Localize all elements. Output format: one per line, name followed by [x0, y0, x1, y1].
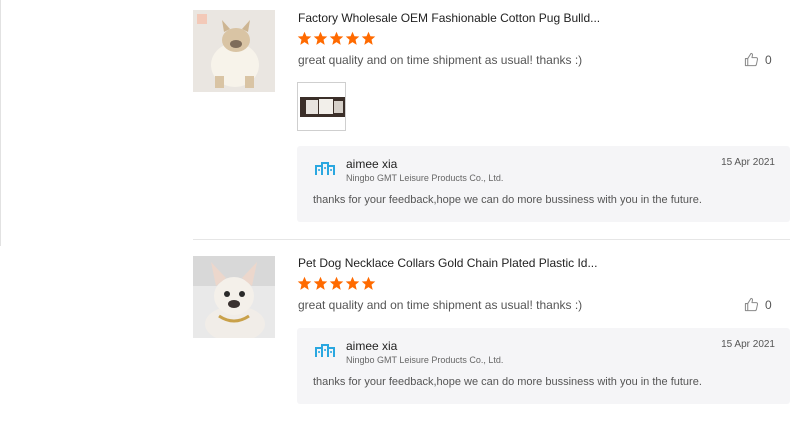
star-icon — [345, 31, 360, 45]
like-button[interactable]: 0 — [744, 297, 772, 312]
product-title[interactable]: Factory Wholesale OEM Fashionable Cotton… — [298, 11, 600, 25]
star-icon — [361, 31, 376, 45]
star-icon — [329, 31, 344, 45]
supplier-reply: aimee xia Ningbo GMT Leisure Products Co… — [297, 146, 790, 222]
like-button[interactable]: 0 — [744, 52, 772, 67]
star-icon — [329, 276, 344, 290]
reply-company-name: Ningbo GMT Leisure Products Co., Ltd. — [346, 173, 504, 183]
star-icon — [361, 276, 376, 290]
star-icon — [297, 276, 312, 290]
review-comment: great quality and on time shipment as us… — [298, 53, 583, 67]
product-thumbnail[interactable] — [193, 10, 275, 92]
star-icon — [313, 276, 328, 290]
star-icon — [345, 276, 360, 290]
star-icon — [313, 31, 328, 45]
reply-date: 15 Apr 2021 — [721, 157, 775, 168]
star-rating — [297, 31, 376, 46]
left-border — [0, 0, 1, 246]
reply-author-name: aimee xia — [346, 157, 398, 171]
review-attachment-image[interactable] — [297, 82, 346, 131]
review-divider — [193, 239, 790, 240]
star-rating — [297, 276, 376, 291]
reply-company-name: Ningbo GMT Leisure Products Co., Ltd. — [346, 355, 504, 365]
thumbs-up-icon — [744, 52, 759, 67]
reply-text: thanks for your feedback,hope we can do … — [313, 194, 702, 206]
review-comment: great quality and on time shipment as us… — [298, 298, 583, 312]
supplier-reply: aimee xia Ningbo GMT Leisure Products Co… — [297, 328, 790, 404]
reply-text: thanks for your feedback,hope we can do … — [313, 376, 702, 388]
like-count: 0 — [765, 297, 772, 312]
reply-author-name: aimee xia — [346, 339, 398, 353]
product-thumbnail[interactable] — [193, 256, 275, 338]
star-icon — [297, 31, 312, 45]
supplier-logo-icon — [315, 162, 335, 175]
reply-date: 15 Apr 2021 — [721, 339, 775, 350]
supplier-logo-icon — [315, 344, 335, 357]
thumbs-up-icon — [744, 297, 759, 312]
product-title[interactable]: Pet Dog Necklace Collars Gold Chain Plat… — [298, 256, 597, 270]
like-count: 0 — [765, 52, 772, 67]
